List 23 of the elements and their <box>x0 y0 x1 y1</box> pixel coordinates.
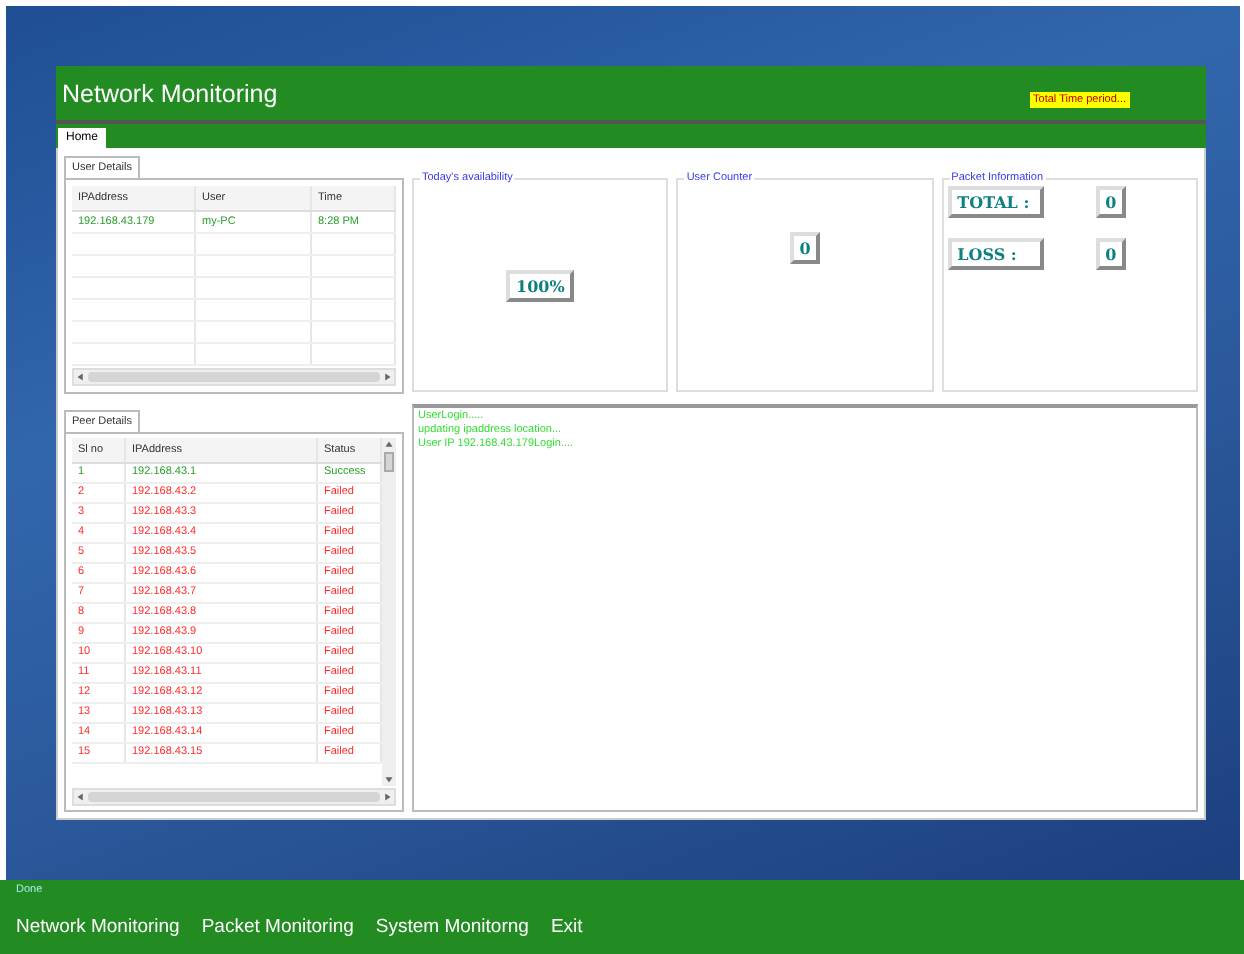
left-arrow-icon[interactable] <box>74 790 88 804</box>
right-arrow-icon[interactable] <box>380 790 394 804</box>
window-title: Network Monitoring <box>62 79 278 107</box>
menu-item[interactable]: Network Monitoring <box>16 916 180 938</box>
packet-value: 0 <box>1095 186 1127 218</box>
right-arrow-icon[interactable] <box>380 370 394 384</box>
scroll-thumb[interactable] <box>88 792 380 802</box>
user-count-value: 0 <box>789 232 821 264</box>
horizontal-scrollbar[interactable] <box>72 368 396 386</box>
menu-item[interactable]: Exit <box>550 916 583 938</box>
packet-value: 0 <box>1095 238 1127 270</box>
left-arrow-icon[interactable] <box>74 370 88 384</box>
scroll-thumb[interactable] <box>88 372 380 382</box>
menu-item[interactable]: System Monitorng <box>375 916 529 938</box>
vertical-scrollbar[interactable] <box>382 438 396 786</box>
menu-item[interactable]: Packet Monitoring <box>201 916 354 938</box>
horizontal-scrollbar[interactable] <box>72 788 396 806</box>
up-arrow-icon[interactable] <box>382 438 396 452</box>
packet-label: TOTAL : <box>947 186 1044 218</box>
packet-label: LOSS : <box>947 238 1044 270</box>
availability-value: 100% <box>506 269 575 301</box>
down-arrow-icon[interactable] <box>382 772 396 786</box>
scroll-thumb[interactable] <box>384 452 394 472</box>
